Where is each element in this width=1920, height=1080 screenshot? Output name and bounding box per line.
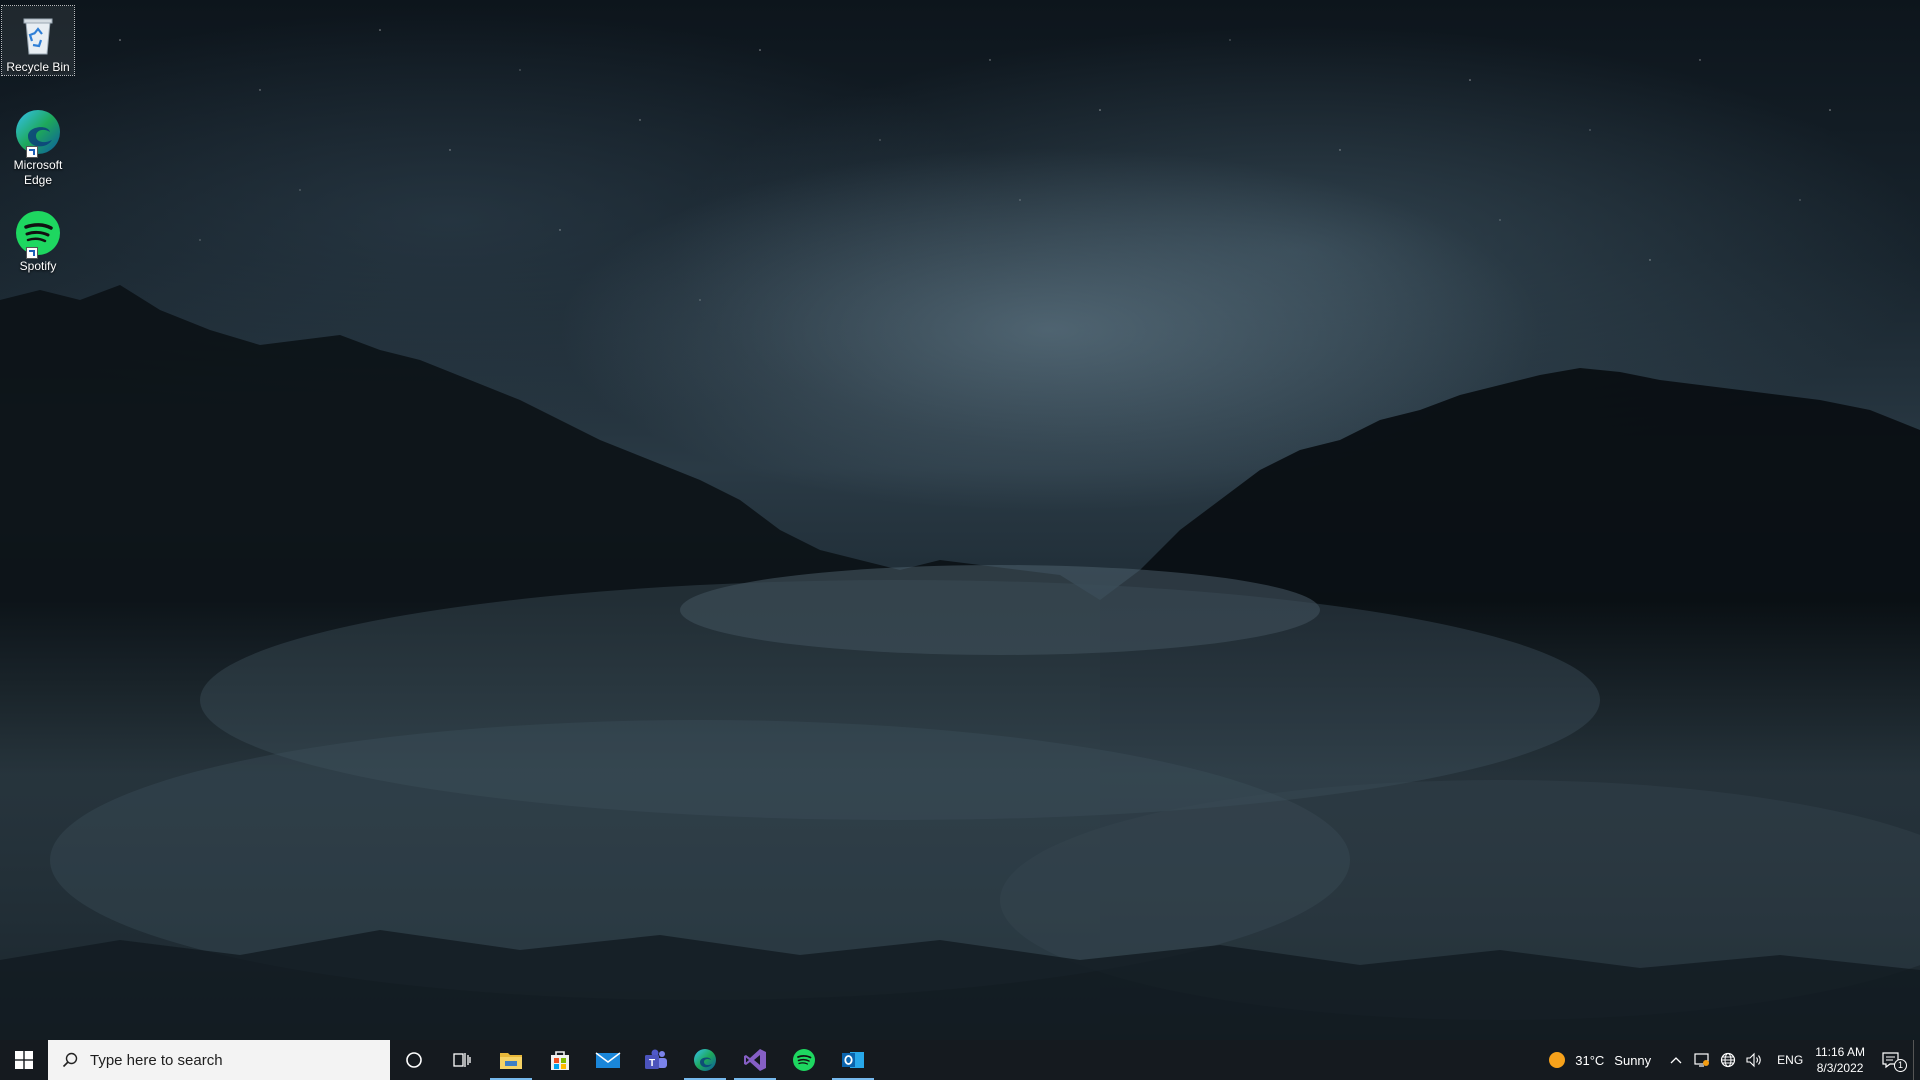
weather-widget[interactable]: 31°C Sunny [1544, 1040, 1663, 1080]
edge-icon [14, 108, 62, 158]
outlook-icon [842, 1052, 864, 1068]
edge-taskbar-button[interactable] [680, 1040, 730, 1080]
search-icon [62, 1052, 78, 1068]
clock-date: 8/3/2022 [1816, 1061, 1864, 1075]
desktop-icon-microsoft-edge[interactable]: Microsoft Edge [2, 104, 74, 188]
start-button[interactable] [0, 1040, 48, 1080]
globe-icon [1721, 1052, 1736, 1068]
recycle-bin-icon [14, 10, 62, 58]
store-icon [551, 1051, 569, 1070]
outlook-button[interactable] [828, 1040, 878, 1080]
visual-studio-button[interactable] [730, 1040, 780, 1080]
action-center-button[interactable]: 1 [1869, 1040, 1913, 1080]
shortcut-arrow-icon [26, 146, 38, 158]
notification-count-badge: 1 [1894, 1059, 1907, 1072]
sun-icon [1549, 1052, 1566, 1068]
system-tray: 31°C Sunny ENG 11:16 AM 8/3/2022 1 [1544, 1040, 1920, 1080]
teams-icon: T [645, 1049, 667, 1069]
weather-condition: Sunny [1614, 1052, 1652, 1068]
desktop-icon-label: Recycle Bin [6, 60, 70, 74]
spotify-icon [14, 209, 62, 259]
spotify-icon [793, 1049, 815, 1071]
task-view-button[interactable] [438, 1040, 486, 1080]
show-desktop-button[interactable] [1913, 1040, 1920, 1080]
mail-icon [595, 1052, 621, 1068]
desktop-icon-label: Spotify [19, 259, 57, 273]
spotify-taskbar-button[interactable] [780, 1040, 828, 1080]
taskbar: Type here to search T 31°C Sunny ENG 11:… [0, 1040, 1920, 1080]
weather-temperature: 31°C [1575, 1052, 1605, 1068]
shortcut-arrow-icon [26, 247, 38, 259]
input-language-button[interactable]: ENG [1769, 1040, 1811, 1080]
cortana-button[interactable] [390, 1040, 438, 1080]
task-view-icon [453, 1053, 471, 1067]
cortana-circle-icon [406, 1052, 422, 1068]
volume-button[interactable] [1741, 1040, 1769, 1080]
desktop-icon-label: Microsoft Edge [13, 158, 63, 187]
edge-icon [694, 1049, 716, 1071]
search-placeholder: Type here to search [90, 1051, 223, 1069]
chevron-up-icon [1670, 1057, 1682, 1064]
folder-icon [500, 1053, 522, 1069]
speaker-icon [1746, 1052, 1761, 1068]
teams-button[interactable]: T [632, 1040, 680, 1080]
foggy-forest-wallpaper [0, 29, 1920, 1040]
microsoft-store-button[interactable] [536, 1040, 584, 1080]
clock-time: 11:16 AM [1815, 1045, 1865, 1059]
search-input[interactable]: Type here to search [48, 1040, 390, 1080]
file-explorer-button[interactable] [486, 1040, 536, 1080]
notification-app-tray-button[interactable] [1689, 1040, 1715, 1080]
visual-studio-icon [744, 1049, 766, 1071]
network-button[interactable] [1715, 1040, 1741, 1080]
svg-text:T: T [649, 1058, 655, 1069]
mail-button[interactable] [584, 1040, 632, 1080]
show-hidden-icons-button[interactable] [1663, 1040, 1689, 1080]
desktop-wallpaper: Recycle Bin Microsoft Edge Spotify [0, 0, 1920, 1040]
desktop-icon-spotify[interactable]: Spotify [2, 205, 74, 274]
windows-logo-icon [15, 1051, 33, 1069]
desktop-icon-recycle-bin[interactable]: Recycle Bin [1, 5, 75, 76]
clock-button[interactable]: 11:16 AM 8/3/2022 [1811, 1040, 1869, 1080]
screen-alert-icon [1694, 1053, 1710, 1067]
